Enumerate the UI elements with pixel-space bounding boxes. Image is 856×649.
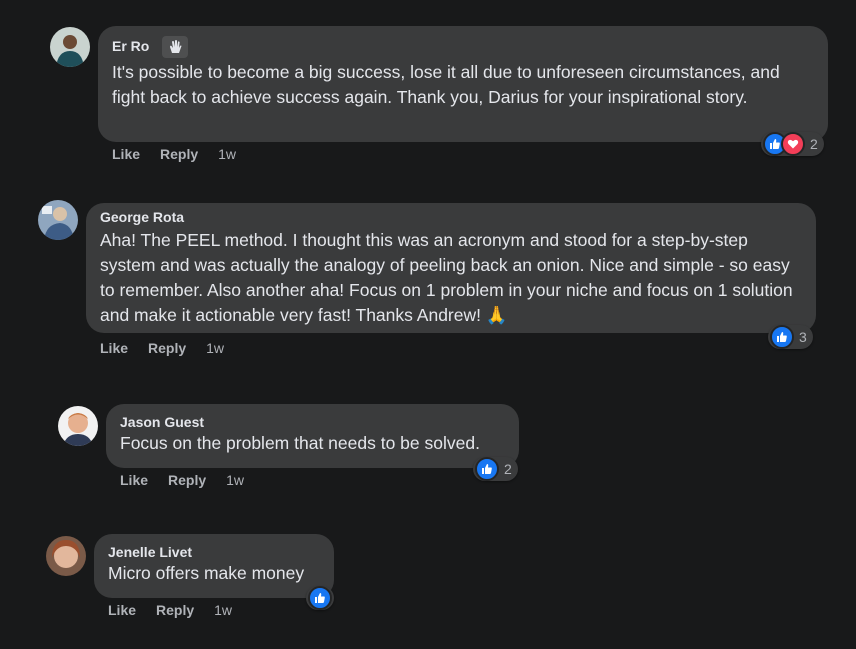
comment-author[interactable]: Jason Guest	[120, 414, 204, 430]
avatar[interactable]	[46, 536, 86, 576]
reply-link[interactable]: Reply	[160, 146, 198, 162]
comment-text: It's possible to become a big success, l…	[112, 62, 780, 107]
comment-actions: Like Reply 1w	[112, 146, 236, 162]
timestamp[interactable]: 1w	[214, 602, 232, 618]
reply-link[interactable]: Reply	[148, 340, 186, 356]
avatar[interactable]	[38, 200, 78, 240]
reply-link[interactable]: Reply	[156, 602, 194, 618]
avatar-george-rota-image	[38, 200, 78, 240]
like-reaction-icon	[308, 586, 332, 610]
love-reaction-icon	[781, 132, 805, 156]
reaction-count: 2	[810, 136, 818, 152]
comment-actions: Like Reply 1w	[120, 472, 244, 488]
comment-text: Focus on the problem that needs to be so…	[120, 433, 480, 453]
like-link[interactable]: Like	[108, 602, 136, 618]
timestamp[interactable]: 1w	[206, 340, 224, 356]
timestamp[interactable]: 1w	[218, 146, 236, 162]
comment-text: Micro offers make money	[108, 563, 305, 583]
reactions-summary[interactable]: 2	[473, 457, 518, 481]
comment-text: Aha! The PEEL method. I thought this was…	[100, 230, 793, 325]
avatar-jason-guest-image	[58, 406, 98, 446]
avatar[interactable]	[58, 406, 98, 446]
avatar[interactable]	[50, 27, 90, 67]
comment-bubble: Jason Guest Focus on the problem that ne…	[106, 404, 519, 468]
comment-author[interactable]: George Rota	[100, 209, 184, 225]
reaction-count: 3	[799, 329, 807, 345]
comment-author[interactable]: Jenelle Livet	[108, 544, 192, 560]
like-link[interactable]: Like	[120, 472, 148, 488]
reaction-count: 2	[504, 461, 512, 477]
comment-bubble: Er Ro It's possible to become a big succ…	[98, 26, 828, 142]
like-link[interactable]: Like	[112, 146, 140, 162]
comment-actions: Like Reply 1w	[100, 340, 224, 356]
comment-author[interactable]: Er Ro	[112, 38, 149, 54]
avatar-jenelle-livet-image	[46, 536, 86, 576]
reactions-summary[interactable]: 3	[768, 325, 813, 349]
wave-badge-icon	[161, 36, 188, 58]
reactions-summary[interactable]: 2	[761, 132, 824, 156]
comment-bubble: Jenelle Livet Micro offers make money	[94, 534, 334, 598]
comment-bubble: George Rota Aha! The PEEL method. I thou…	[86, 203, 816, 333]
like-reaction-icon	[770, 325, 794, 349]
timestamp[interactable]: 1w	[226, 472, 244, 488]
like-link[interactable]: Like	[100, 340, 128, 356]
like-reaction-icon	[475, 457, 499, 481]
reactions-summary[interactable]	[306, 586, 334, 610]
comment-actions: Like Reply 1w	[108, 602, 232, 618]
reply-link[interactable]: Reply	[168, 472, 206, 488]
avatar-er-ro-image	[50, 27, 90, 67]
